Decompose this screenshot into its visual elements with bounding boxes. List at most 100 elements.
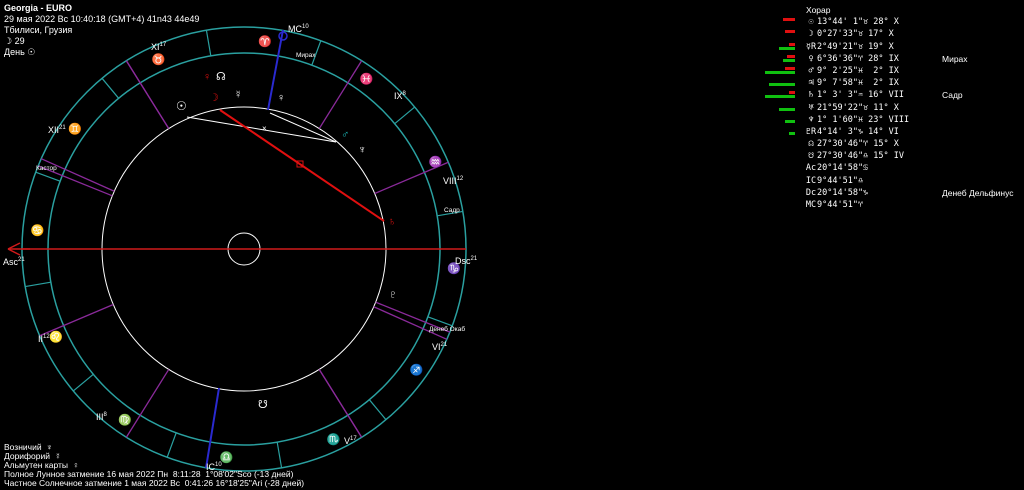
bar-red bbox=[785, 30, 795, 34]
zodiac-glyph: ♋ bbox=[31, 224, 45, 237]
planet-position: 1° 3' 3"♒ 16° VII bbox=[817, 90, 904, 101]
neptune-icon[interactable]: ♆ bbox=[358, 144, 366, 156]
planet-symbol: ♃ bbox=[808, 78, 814, 89]
planet-position: 1° 1'60"♓ 23° VIII bbox=[817, 114, 910, 125]
sun-icon[interactable]: ☉ bbox=[176, 99, 187, 113]
bar-red bbox=[785, 66, 795, 70]
venus-2-icon[interactable]: ♀ bbox=[277, 92, 285, 104]
planet-position: 4°14' 3"♑ 14° VI bbox=[817, 126, 899, 137]
strength-bars bbox=[755, 201, 795, 209]
table-row: ♂ 9° 2'25"♓ 2° IX bbox=[755, 65, 899, 77]
solar-eclipse: Частное Солнечное затмение 1 мая 2022 Вс… bbox=[4, 478, 305, 488]
planet-position: 27°30'46"♎ 15° IV bbox=[817, 151, 904, 162]
planet-symbol: ☊ bbox=[808, 139, 814, 150]
table-row: ☊ 27°30'46"♈ 15° X bbox=[755, 138, 898, 150]
planet-symbol: ☉ bbox=[808, 17, 814, 28]
zodiac-glyph: ♓ bbox=[360, 72, 374, 85]
natal-chart-wheel[interactable]: × ♈♉♊♋♌♍♎♏♐♑♒♓ ☉ ♀ ☊ ☽ ☿ ♀ ♂ ♆ ♄ ♇ ☋ XI1… bbox=[0, 0, 760, 490]
planet-position: 13°44' 1"♉ 28° X bbox=[817, 17, 899, 28]
table-row: ♅ 21°59'22"♉ 11° X bbox=[755, 102, 899, 114]
zodiac-glyph: ♍ bbox=[118, 414, 132, 427]
pluto-icon[interactable]: ♇ bbox=[389, 289, 397, 301]
house-label: XII21 bbox=[48, 125, 66, 135]
sign-divider bbox=[101, 77, 120, 99]
planet-position: 6°36'36"♈ 28° IX bbox=[817, 53, 899, 64]
zodiac-glyph: ♒ bbox=[429, 156, 443, 169]
strength-bars bbox=[755, 177, 795, 185]
strength-bars bbox=[755, 18, 795, 26]
star-label: Садр bbox=[444, 207, 460, 214]
planet-table: Хорар ☉ 13°44' 1"♉ 28° X ☽ 0°27'33"♉ 17° X ☿… bbox=[755, 4, 1013, 211]
planet-position: 0°27'33"♉ 17° X bbox=[817, 29, 894, 40]
table-row: ♆ 1° 1'60"♓ 23° VIII bbox=[755, 114, 909, 126]
house-label: IX8 bbox=[394, 91, 407, 101]
bar-green bbox=[785, 119, 795, 123]
footer-info: Возничий ♆ Дорифорий ☿ Альмутен карты ♀ … bbox=[4, 443, 304, 488]
star-label: Мирах bbox=[296, 52, 316, 59]
strength-bars bbox=[755, 164, 795, 172]
planet-position: 2°49'21"♉ 19° X bbox=[817, 41, 894, 52]
sign-divider bbox=[394, 106, 416, 125]
fixed-star: Мирах bbox=[942, 53, 968, 64]
zodiac-glyph: ♉ bbox=[152, 53, 166, 66]
venus-icon[interactable]: ♀ bbox=[203, 71, 211, 83]
strength-bars bbox=[755, 128, 795, 136]
zodiac-glyph: ♌ bbox=[49, 330, 63, 343]
bar-green bbox=[765, 70, 795, 74]
planet-symbol: ☿R bbox=[805, 41, 817, 52]
asc-arrow bbox=[7, 242, 21, 250]
table-row: ☉ 13°44' 1"♉ 28° X bbox=[755, 16, 899, 28]
bar-red bbox=[783, 18, 795, 22]
saturn-icon[interactable]: ♄ bbox=[388, 216, 396, 228]
node-icon[interactable]: ☊ bbox=[216, 71, 226, 83]
planet-symbol: ♄ bbox=[808, 90, 814, 101]
strength-bars bbox=[755, 79, 795, 87]
mercury-icon[interactable]: ☿ bbox=[234, 89, 242, 101]
strength-bars bbox=[755, 66, 795, 75]
planet-symbol: ♀ bbox=[808, 53, 814, 64]
strength-bars bbox=[755, 42, 795, 51]
planet-symbol: MC bbox=[805, 200, 817, 211]
bar-green bbox=[779, 107, 795, 111]
planet-symbol: Ac bbox=[805, 163, 817, 174]
sign-divider bbox=[25, 281, 51, 288]
star-label: Денеб Окаб bbox=[429, 325, 465, 333]
bar-red bbox=[789, 91, 795, 95]
fixed-star: Садр bbox=[942, 90, 963, 101]
south-node-icon[interactable]: ☋ bbox=[258, 399, 268, 411]
sign-divider bbox=[72, 373, 94, 392]
moon-icon[interactable]: ☽ bbox=[209, 92, 219, 104]
planet-position: 27°30'46"♈ 15° X bbox=[817, 139, 899, 150]
planet-symbol: ♇R bbox=[805, 126, 817, 137]
bar-green bbox=[779, 46, 795, 50]
planet-symbol: ♆ bbox=[808, 114, 814, 125]
planet-symbol: ☋ bbox=[808, 151, 814, 162]
strength-bars bbox=[755, 189, 795, 197]
star-label: Кастор bbox=[36, 165, 57, 172]
strength-bars bbox=[755, 91, 795, 99]
mars-icon[interactable]: ♂ bbox=[341, 129, 349, 141]
strength-bars bbox=[755, 140, 795, 148]
planet-position: 21°59'22"♉ 11° X bbox=[817, 102, 899, 113]
sign-divider bbox=[368, 399, 387, 421]
house-cusp bbox=[40, 158, 115, 192]
planet-position: 9° 7'58"♓ 2° IX bbox=[817, 78, 899, 89]
table-row: ♇R 4°14' 3"♑ 14° VI bbox=[755, 126, 899, 138]
fixed-star: Денеб Дельфинус bbox=[942, 187, 1014, 198]
strength-bars bbox=[755, 30, 795, 38]
table-row: ☽ 0°27'33"♉ 17° X bbox=[755, 28, 894, 40]
planet-symbol: IC bbox=[805, 175, 817, 186]
table-row: ♄ 1° 3' 3"♒ 16° VII Садр bbox=[755, 89, 963, 101]
table-row: MC 9°44'51"♈ bbox=[755, 199, 863, 211]
table-row: ☿R 2°49'21"♉ 19° X bbox=[755, 41, 894, 53]
planet-symbol: ♂ bbox=[808, 65, 814, 76]
planet-symbol: ☽ bbox=[808, 29, 814, 40]
house-label: VI21 bbox=[432, 342, 448, 352]
planet-symbol: Dc bbox=[805, 187, 817, 198]
bar-green bbox=[789, 131, 795, 135]
planet-position: 20°14'58"♑ bbox=[817, 187, 869, 198]
table-row: Ac 20°14'58"♋ bbox=[755, 162, 868, 174]
planet-position: 20°14'58"♋ bbox=[817, 163, 869, 174]
house-label: III8 bbox=[96, 412, 108, 422]
house-label: XI17 bbox=[151, 42, 167, 52]
